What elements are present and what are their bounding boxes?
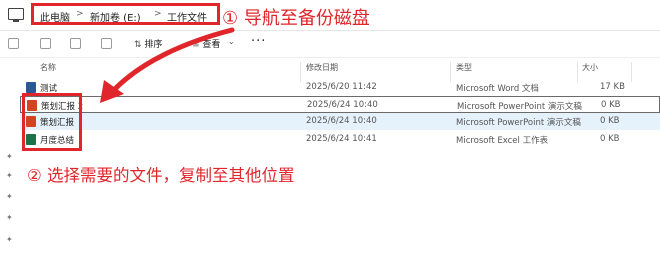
annotation-arrow <box>100 27 235 103</box>
